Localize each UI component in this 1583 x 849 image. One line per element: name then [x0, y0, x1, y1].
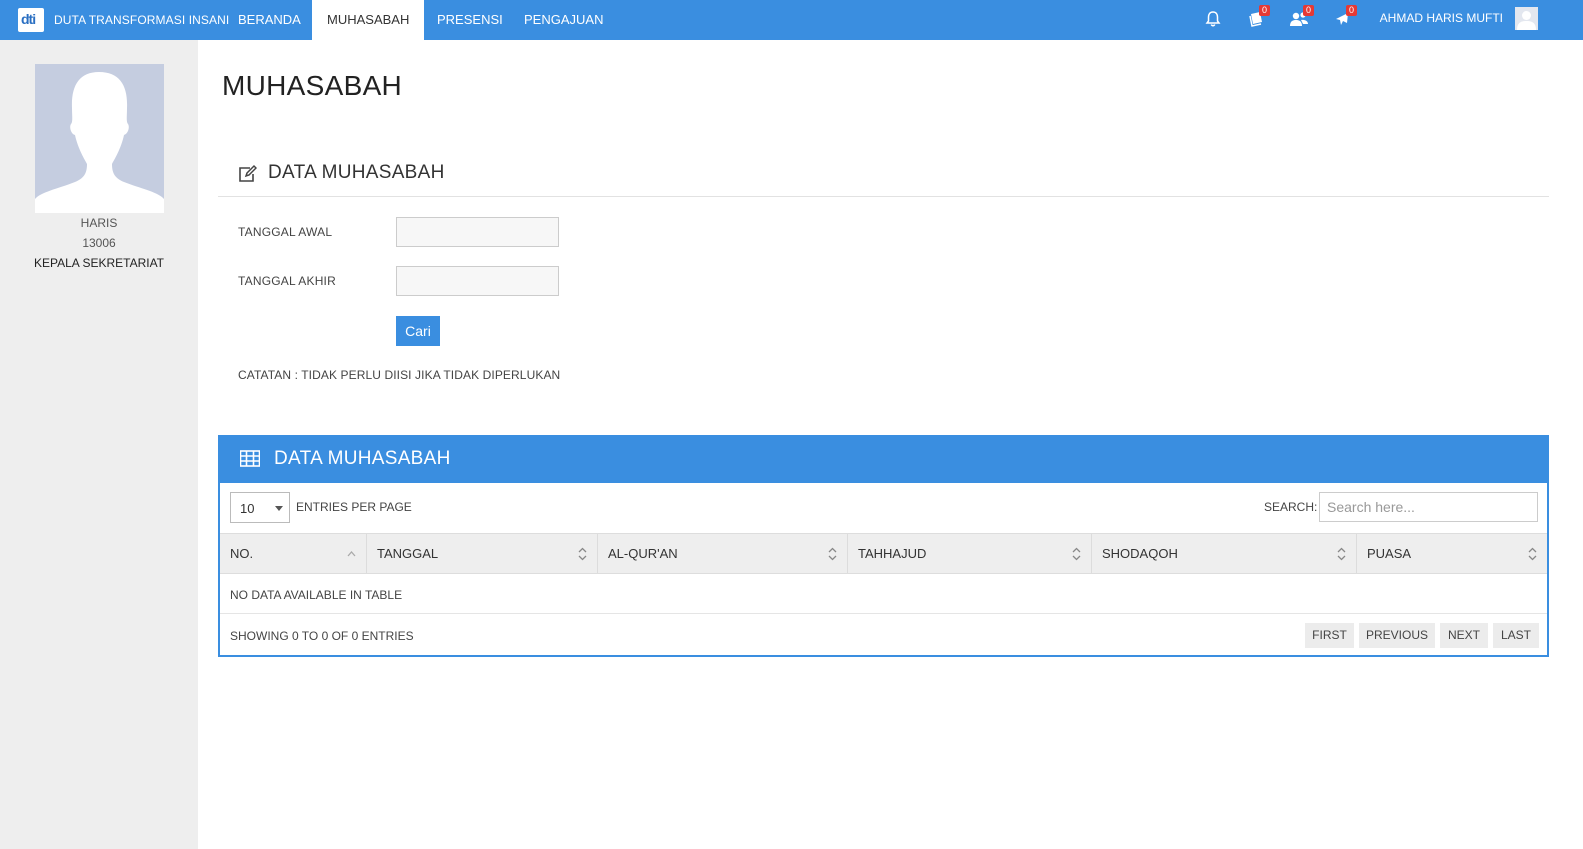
sort-icon: [1072, 547, 1081, 561]
edit-icon: [237, 164, 258, 184]
pagination-previous-button[interactable]: PREVIOUS: [1359, 623, 1435, 648]
panel-header: DATA MUHASABAH: [220, 437, 1547, 483]
empty-message: NO DATA AVAILABLE IN TABLE: [230, 588, 403, 602]
data-table-panel: DATA MUHASABAH 10 ENTRIES PER PAGE SEARC…: [218, 435, 1549, 657]
plane-badge: 0: [1346, 5, 1358, 16]
col-header-tanggal[interactable]: TANGGAL: [367, 534, 598, 573]
form-section-title: DATA MUHASABAH: [268, 162, 445, 183]
col-label-tahhajud: TAHHAJUD: [858, 546, 927, 561]
col-header-shodaqoh[interactable]: SHODAQOH: [1092, 534, 1357, 573]
brand[interactable]: dti DUTA TRANSFORMASI INSANI: [18, 0, 229, 40]
sidebar: HARIS 13006 KEPALA SEKRETARIAT: [0, 40, 198, 849]
col-label-tanggal: TANGGAL: [377, 546, 439, 561]
table-search-input[interactable]: [1319, 492, 1538, 522]
sort-asc-icon: [347, 551, 356, 557]
users-badge: 0: [1303, 5, 1315, 16]
end-date-input[interactable]: [396, 266, 559, 296]
pagination-next-button[interactable]: NEXT: [1440, 623, 1488, 648]
sort-icon: [578, 547, 587, 561]
search-label: SEARCH:: [1264, 500, 1318, 514]
table-info: SHOWING 0 TO 0 OF 0 ENTRIES: [230, 629, 414, 643]
nav-item-presensi[interactable]: PRESENSI: [422, 0, 518, 40]
col-label-alquran: AL-QUR'AN: [608, 546, 678, 561]
form-section-header: DATA MUHASABAH: [218, 158, 1549, 197]
pagination-last-button[interactable]: LAST: [1493, 623, 1539, 648]
col-header-no[interactable]: NO.: [220, 534, 367, 573]
book-icon[interactable]: 0: [1247, 5, 1271, 30]
profile-name: HARIS: [80, 216, 118, 230]
profile-id: 13006: [82, 236, 116, 250]
start-date-label: TANGGAL AWAL: [238, 225, 333, 239]
nav-item-muhasabah[interactable]: MUHASABAH: [312, 0, 425, 40]
sort-icon: [1528, 547, 1537, 561]
panel-title: DATA MUHASABAH: [274, 448, 451, 469]
col-header-alquran[interactable]: AL-QUR'AN: [598, 534, 848, 573]
caret-down-icon: [275, 506, 283, 511]
brand-logo-text: dti: [21, 11, 36, 27]
end-date-label: TANGGAL AKHIR: [238, 274, 336, 288]
page-title: MUHASABAH: [222, 70, 403, 101]
sort-icon: [828, 547, 837, 561]
user-name[interactable]: AHMAD HARIS MUFTI: [1380, 0, 1503, 36]
search-button[interactable]: Cari: [396, 316, 440, 346]
pagination-first-button[interactable]: FIRST: [1305, 623, 1354, 648]
nav-item-pengajuan[interactable]: PENGAJUAN: [509, 0, 618, 40]
table-icon: [239, 450, 261, 468]
col-label-shodaqoh: SHODAQOH: [1102, 546, 1178, 561]
start-date-input[interactable]: [396, 217, 559, 247]
col-header-puasa[interactable]: PUASA: [1357, 534, 1547, 573]
col-label-puasa: PUASA: [1367, 546, 1412, 561]
plane-icon[interactable]: 0: [1333, 5, 1358, 30]
brand-name: DUTA TRANSFORMASI INSANI: [54, 13, 230, 27]
entries-label: ENTRIES PER PAGE: [296, 500, 412, 514]
profile-photo: [35, 64, 164, 213]
table-header: NO. TANGGAL AL-QUR'AN TAHHAJUD SHODAQOH …: [220, 533, 1547, 574]
entries-per-page-select[interactable]: 10: [230, 492, 290, 523]
entries-value: 10: [240, 501, 255, 516]
nav-item-beranda[interactable]: BERANDA: [223, 0, 316, 40]
bell-icon[interactable]: [1204, 10, 1224, 30]
col-label-no: NO.: [230, 546, 254, 561]
users-icon[interactable]: 0: [1289, 5, 1315, 30]
profile-role: KEPALA SEKRETARIAT: [33, 256, 165, 270]
top-navbar: dti DUTA TRANSFORMASI INSANI BERANDA MUH…: [0, 0, 1583, 40]
user-avatar[interactable]: [1515, 7, 1538, 30]
book-badge: 0: [1259, 5, 1271, 16]
form-note: CATATAN : TIDAK PERLU DIISI JIKA TIDAK D…: [238, 368, 561, 382]
sort-icon: [1337, 547, 1346, 561]
brand-logo: dti: [18, 8, 44, 32]
col-header-tahhajud[interactable]: TAHHAJUD: [848, 534, 1092, 573]
table-empty-row: NO DATA AVAILABLE IN TABLE: [220, 574, 1547, 614]
